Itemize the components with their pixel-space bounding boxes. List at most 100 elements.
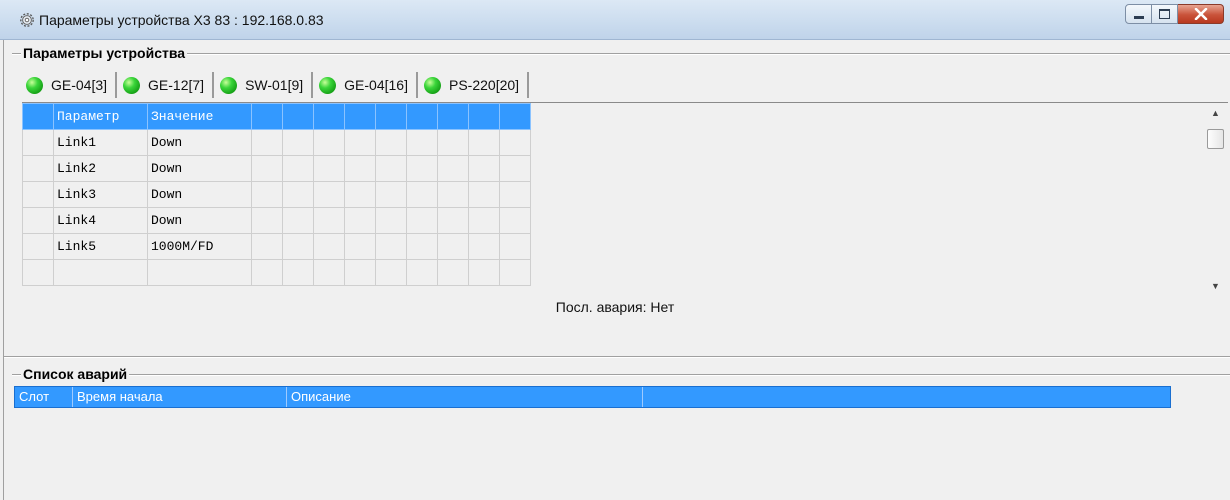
column-header-slot[interactable]: Слот — [15, 387, 73, 407]
grid-cell[interactable] — [282, 181, 314, 208]
grid-cell[interactable] — [22, 259, 54, 286]
table-row[interactable] — [22, 259, 531, 286]
grid-cell[interactable] — [375, 103, 407, 130]
grid-cell[interactable] — [251, 259, 283, 286]
grid-cell[interactable] — [22, 181, 54, 208]
grid-cell[interactable] — [344, 259, 376, 286]
grid-cell[interactable] — [344, 207, 376, 234]
grid-cell[interactable] — [406, 129, 438, 156]
param-name-cell[interactable]: Link1 — [53, 129, 148, 156]
close-button[interactable] — [1178, 4, 1224, 24]
grid-cell[interactable] — [282, 103, 314, 130]
grid-cell[interactable] — [251, 181, 283, 208]
grid-cell[interactable] — [375, 259, 407, 286]
grid-cell[interactable] — [282, 155, 314, 182]
grid-scrollbar[interactable]: ▲ ▼ — [1205, 103, 1226, 296]
grid-cell[interactable] — [499, 259, 531, 286]
scroll-down-icon[interactable]: ▼ — [1205, 276, 1226, 296]
table-row[interactable]: Link4 Down — [22, 207, 531, 234]
tab-sw-01-9[interactable]: SW-01[9] — [214, 72, 314, 98]
grid-cell[interactable] — [313, 129, 345, 156]
param-name-cell[interactable]: Link5 — [53, 233, 148, 260]
grid-cell[interactable] — [313, 233, 345, 260]
grid-cell[interactable] — [468, 103, 500, 130]
grid-corner-cell[interactable] — [22, 103, 54, 130]
grid-cell[interactable] — [251, 103, 283, 130]
param-value-cell[interactable]: 1000M/FD — [147, 233, 252, 260]
grid-cell[interactable] — [406, 259, 438, 286]
param-value-cell[interactable]: Down — [147, 129, 252, 156]
maximize-button[interactable] — [1152, 4, 1178, 24]
grid-cell[interactable] — [406, 103, 438, 130]
param-name-cell[interactable]: Link3 — [53, 181, 148, 208]
grid-cell[interactable] — [313, 207, 345, 234]
column-header-value[interactable]: Значение — [147, 103, 252, 130]
grid-cell[interactable] — [437, 259, 469, 286]
tab-ge-04-3[interactable]: GE-04[3] — [20, 72, 118, 98]
param-value-cell[interactable]: Down — [147, 207, 252, 234]
grid-cell[interactable] — [313, 103, 345, 130]
grid-cell[interactable] — [437, 233, 469, 260]
grid-cell[interactable] — [437, 103, 469, 130]
grid-cell[interactable] — [437, 181, 469, 208]
tab-ge-04-16[interactable]: GE-04[16] — [313, 72, 418, 98]
grid-cell[interactable] — [406, 233, 438, 260]
grid-cell[interactable] — [499, 129, 531, 156]
grid-cell[interactable] — [22, 129, 54, 156]
minimize-button[interactable] — [1125, 4, 1152, 24]
grid-cell[interactable] — [22, 155, 54, 182]
grid-cell[interactable] — [468, 207, 500, 234]
column-header-empty[interactable] — [643, 387, 1170, 407]
grid-cell[interactable] — [344, 155, 376, 182]
grid-cell[interactable] — [251, 129, 283, 156]
grid-cell[interactable] — [437, 155, 469, 182]
grid-cell[interactable] — [437, 207, 469, 234]
grid-cell[interactable] — [53, 259, 148, 286]
param-name-cell[interactable]: Link2 — [53, 155, 148, 182]
grid-cell[interactable] — [406, 155, 438, 182]
grid-cell[interactable] — [147, 259, 252, 286]
grid-cell[interactable] — [468, 155, 500, 182]
grid-cell[interactable] — [468, 129, 500, 156]
grid-cell[interactable] — [22, 207, 54, 234]
table-row[interactable]: Link1 Down — [22, 129, 531, 156]
grid-cell[interactable] — [251, 155, 283, 182]
grid-cell[interactable] — [344, 103, 376, 130]
grid-cell[interactable] — [499, 233, 531, 260]
grid-cell[interactable] — [344, 129, 376, 156]
grid-cell[interactable] — [375, 129, 407, 156]
scrollbar-thumb[interactable] — [1207, 129, 1224, 149]
tab-ps-220-20[interactable]: PS-220[20] — [418, 72, 530, 98]
grid-cell[interactable] — [406, 181, 438, 208]
grid-cell[interactable] — [251, 207, 283, 234]
grid-cell[interactable] — [406, 207, 438, 234]
grid-cell[interactable] — [344, 181, 376, 208]
scroll-up-icon[interactable]: ▲ — [1205, 103, 1226, 123]
table-row[interactable]: Link2 Down — [22, 155, 531, 182]
column-header-description[interactable]: Описание — [287, 387, 643, 407]
grid-cell[interactable] — [468, 181, 500, 208]
grid-cell[interactable] — [375, 207, 407, 234]
grid-cell[interactable] — [499, 103, 531, 130]
grid-cell[interactable] — [499, 181, 531, 208]
grid-cell[interactable] — [375, 233, 407, 260]
param-value-cell[interactable]: Down — [147, 181, 252, 208]
grid-cell[interactable] — [282, 129, 314, 156]
grid-cell[interactable] — [437, 129, 469, 156]
grid-cell[interactable] — [22, 233, 54, 260]
grid-cell[interactable] — [499, 207, 531, 234]
column-header-start-time[interactable]: Время начала — [73, 387, 287, 407]
grid-cell[interactable] — [468, 259, 500, 286]
grid-cell[interactable] — [313, 181, 345, 208]
grid-cell[interactable] — [375, 155, 407, 182]
grid-cell[interactable] — [282, 233, 314, 260]
grid-cell[interactable] — [313, 155, 345, 182]
grid-cell[interactable] — [344, 233, 376, 260]
grid-cell[interactable] — [313, 259, 345, 286]
column-header-param[interactable]: Параметр — [53, 103, 148, 130]
grid-cell[interactable] — [499, 155, 531, 182]
grid-cell[interactable] — [282, 259, 314, 286]
grid-cell[interactable] — [251, 233, 283, 260]
grid-cell[interactable] — [282, 207, 314, 234]
grid-cell[interactable] — [468, 233, 500, 260]
